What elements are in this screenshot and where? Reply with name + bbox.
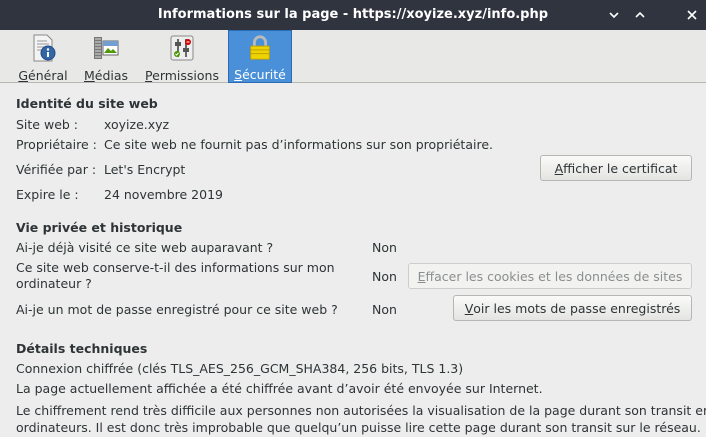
site-value: xoyize.xyz bbox=[104, 117, 170, 132]
media-icon bbox=[94, 37, 119, 59]
tab-toolbar: Général Médias Permissions Sécurité bbox=[0, 30, 706, 83]
view-saved-passwords-mnemonic: V bbox=[464, 300, 474, 316]
clear-cookies-button[interactable]: Effacer les cookies et les données de si… bbox=[408, 263, 692, 289]
view-certificate-label: fficher le certificat bbox=[563, 160, 678, 176]
tab-security-label: écurité bbox=[242, 67, 286, 82]
padlock-icon bbox=[250, 35, 270, 60]
stores-answer: Non bbox=[372, 269, 397, 284]
view-saved-passwords-button[interactable]: Voir les mots de passe enregistrés bbox=[453, 295, 692, 321]
tab-media-mnemonic: M bbox=[83, 68, 95, 83]
owner-value: Ce site web ne fournit pas d’information… bbox=[104, 137, 493, 152]
expires-label: Expire le : bbox=[16, 187, 79, 202]
tab-security[interactable]: Sécurité bbox=[228, 30, 292, 83]
privacy-heading: Vie privée et historique bbox=[16, 220, 183, 235]
visited-answer: Non bbox=[372, 240, 397, 255]
window-titlebar: Informations sur la page - https://xoyiz… bbox=[0, 0, 706, 30]
stores-question-line1: Ce site web conserve-t-il des informatio… bbox=[16, 260, 335, 275]
expires-value: 24 novembre 2019 bbox=[104, 187, 223, 202]
tab-media-label: édias bbox=[94, 68, 129, 83]
explanation-line2: ordinateurs. Il est donc très improbable… bbox=[16, 420, 701, 435]
security-panel: Identité du site web Site web : xoyize.x… bbox=[0, 84, 706, 437]
site-label: Site web : bbox=[16, 117, 79, 132]
visited-question: Ai-je déjà visité ce site web auparavant… bbox=[16, 240, 274, 255]
view-saved-passwords-label: oir les mots de passe enregistrés bbox=[473, 300, 681, 316]
window-title: Informations sur la page - https://xoyiz… bbox=[157, 7, 549, 22]
technical-heading: Détails techniques bbox=[16, 341, 148, 356]
tab-general-label: énéral bbox=[28, 68, 68, 83]
view-certificate-mnemonic: A bbox=[554, 160, 564, 176]
maximize-icon[interactable] bbox=[633, 8, 647, 22]
tab-permissions-label: ermissions bbox=[152, 68, 219, 83]
owner-label: Propriétaire : bbox=[16, 137, 97, 152]
tab-permissions[interactable]: Permissions bbox=[142, 30, 222, 83]
clear-cookies-mnemonic: E bbox=[417, 268, 426, 284]
permissions-icon bbox=[170, 35, 194, 61]
encrypted-note: La page actuellement affichée a été chif… bbox=[16, 381, 543, 396]
general-info-icon bbox=[33, 34, 56, 62]
stores-question-line2: ordinateur ? bbox=[16, 276, 92, 291]
view-certificate-button[interactable]: Afficher le certificat bbox=[540, 155, 692, 181]
tab-general-mnemonic: G bbox=[18, 68, 29, 83]
minimize-icon[interactable] bbox=[607, 8, 621, 22]
tab-security-mnemonic: S bbox=[234, 67, 243, 82]
close-icon[interactable] bbox=[685, 8, 699, 22]
tab-media[interactable]: Médias bbox=[80, 30, 132, 83]
clear-cookies-label: ffacer les cookies et les données de sit… bbox=[425, 268, 683, 284]
password-answer: Non bbox=[372, 302, 397, 317]
connection-details: Connexion chiffrée (clés TLS_AES_256_GCM… bbox=[16, 361, 464, 376]
password-question: Ai-je un mot de passe enregistré pour ce… bbox=[16, 302, 338, 317]
verified-by-label: Vérifiée par : bbox=[16, 162, 97, 177]
tab-general[interactable]: Général bbox=[12, 30, 74, 83]
identity-heading: Identité du site web bbox=[16, 96, 158, 111]
explanation-line1: Le chiffrement rend très difficile aux p… bbox=[16, 403, 706, 418]
verified-by-value: Let's Encrypt bbox=[104, 162, 186, 177]
